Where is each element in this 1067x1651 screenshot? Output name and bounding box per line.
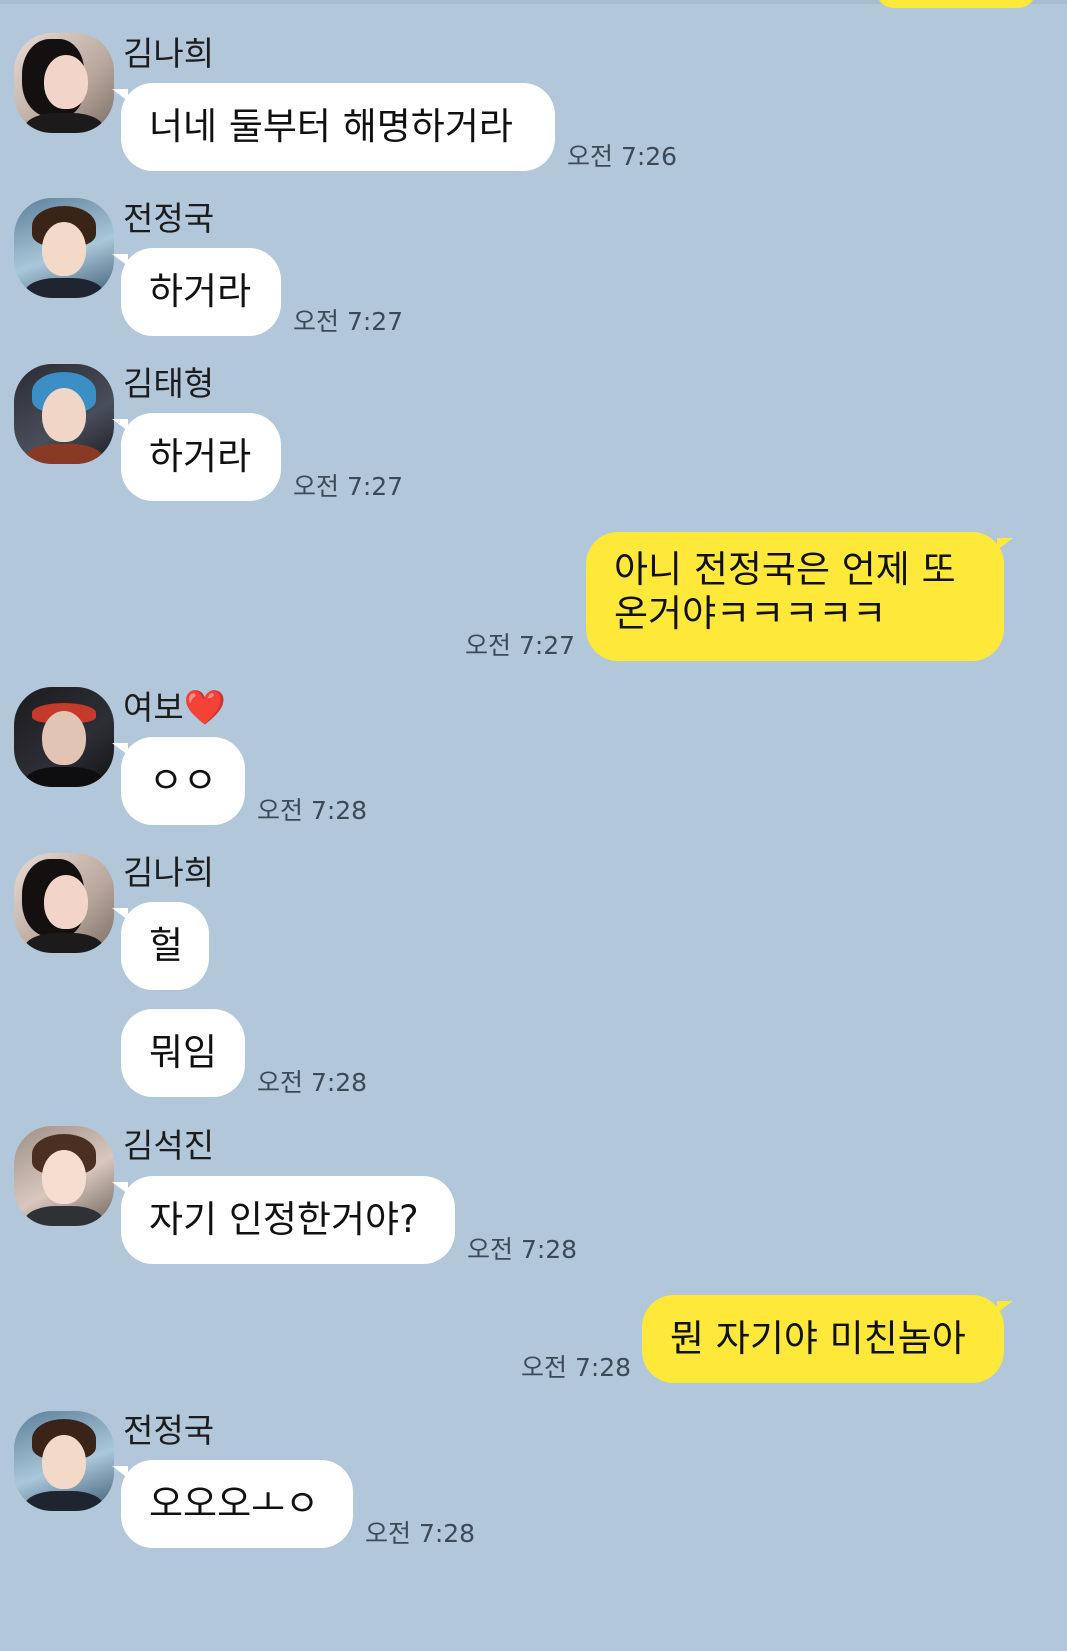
message-time: 오전 7:26 xyxy=(567,142,678,171)
sender-name: 김나희 xyxy=(123,34,215,73)
chat-room[interactable]: 김나희 너네 둘부터 해명하거라 오전 7:26 전정국 하거라 오전 7:27… xyxy=(0,0,1067,1651)
my-message-bubble[interactable]: 아니 전정국은 언제 또 온거야ㅋㅋㅋㅋㅋ xyxy=(586,532,1013,661)
message-time: 오전 7:27 xyxy=(465,631,576,660)
sender-name: 김태형 xyxy=(123,364,215,403)
sender-name: 김나희 xyxy=(123,853,215,892)
message-text: 헐 xyxy=(149,924,184,967)
message-time: 오전 7:27 xyxy=(293,472,404,501)
message-time: 오전 7:28 xyxy=(521,1353,632,1382)
profile-avatar-yeobo[interactable] xyxy=(14,687,114,787)
message-text: 너네 둘부터 해명하거라 xyxy=(149,105,513,148)
profile-avatar-nahee[interactable] xyxy=(14,853,114,953)
message-time: 오전 7:28 xyxy=(467,1235,578,1264)
profile-avatar-taehyung[interactable] xyxy=(14,364,114,464)
message-text: 뭐임 xyxy=(149,1031,218,1074)
message-bubble[interactable]: 자기 인정한거야? xyxy=(112,1176,455,1264)
message-text: 자기 인정한거야? xyxy=(149,1198,419,1241)
message-time: 오전 7:27 xyxy=(293,307,404,336)
message-time: 오전 7:28 xyxy=(257,1068,368,1097)
profile-avatar-jungkook[interactable] xyxy=(14,1411,114,1511)
message-bubble[interactable]: 하거라 xyxy=(112,413,281,501)
sender-name: 전정국 xyxy=(123,199,215,238)
profile-avatar-nahee[interactable] xyxy=(14,33,114,133)
sender-name-text: 여보 xyxy=(123,688,184,727)
message-text: 아니 전정국은 언제 또 온거야ㅋㅋㅋㅋㅋ xyxy=(614,548,956,635)
message-text: 뭔 자기야 미친놈아 xyxy=(670,1317,966,1360)
message-bubble[interactable]: 하거라 xyxy=(112,248,281,336)
my-message-bubble[interactable]: 뭔 자기야 미친놈아 xyxy=(642,1295,1013,1383)
previous-outgoing-bubble[interactable] xyxy=(876,0,1036,8)
profile-avatar-jungkook[interactable] xyxy=(14,198,114,298)
sender-name: 여보❤️ xyxy=(123,688,226,728)
message-bubble[interactable]: 너네 둘부터 해명하거라 xyxy=(112,83,555,171)
message-text: 오오오ㅗㅇ xyxy=(149,1482,320,1525)
message-text: 하거라 xyxy=(149,435,252,478)
sender-name: 전정국 xyxy=(123,1411,215,1450)
message-bubble[interactable]: 뭐임 xyxy=(121,1009,245,1097)
message-bubble[interactable]: ㅇㅇ xyxy=(112,737,245,825)
profile-avatar-seokjin[interactable] xyxy=(14,1126,114,1226)
message-time: 오전 7:28 xyxy=(365,1519,476,1548)
message-text: 하거라 xyxy=(149,270,252,313)
message-time: 오전 7:28 xyxy=(257,796,368,825)
message-text: ㅇㅇ xyxy=(149,759,218,802)
message-bubble[interactable]: 헐 xyxy=(112,902,209,990)
message-bubble[interactable]: 오오오ㅗㅇ xyxy=(112,1460,353,1548)
sender-name: 김석진 xyxy=(123,1126,215,1165)
heart-icon: ❤️ xyxy=(183,688,227,728)
